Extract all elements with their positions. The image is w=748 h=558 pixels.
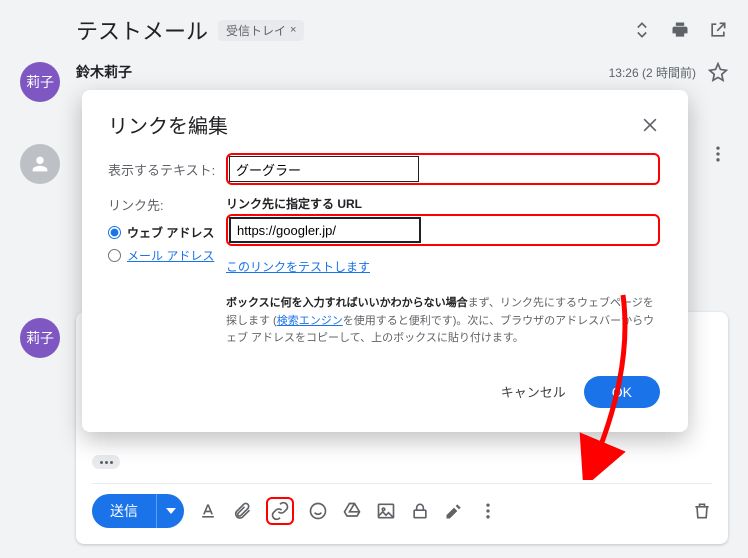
avatar: 莉子	[20, 62, 60, 102]
display-text-label: 表示するテキスト:	[108, 160, 220, 179]
ok-button[interactable]: OK	[584, 376, 660, 408]
sender-name: 鈴木莉子	[76, 62, 132, 82]
test-link[interactable]: このリンクをテストします	[226, 258, 660, 275]
timestamp: 13:26 (2 時間前)	[609, 64, 696, 81]
format-icon[interactable]	[198, 501, 218, 521]
open-new-icon[interactable]	[708, 20, 728, 40]
signature-icon[interactable]	[444, 501, 464, 521]
send-button[interactable]: 送信	[92, 494, 156, 528]
drive-icon[interactable]	[342, 501, 362, 521]
help-text: ボックスに何を入力すればいいかわからない場合まず、リンク先にするウェブページを探…	[226, 295, 660, 348]
avatar-generic	[20, 144, 60, 184]
label-chip-text: 受信トレイ	[226, 22, 286, 39]
label-chip[interactable]: 受信トレイ ×	[218, 20, 304, 41]
collapse-expand-icon[interactable]	[632, 20, 652, 40]
edit-link-dialog: リンクを編集 表示するテキスト: リンク先: ウェブ アドレス メール アドレス	[82, 90, 688, 432]
url-title: リンク先に指定する URL	[226, 195, 660, 212]
emoji-icon[interactable]	[308, 501, 328, 521]
more-options-icon[interactable]	[478, 501, 498, 521]
radio-mail-address[interactable]: メール アドレス	[108, 247, 220, 264]
close-icon[interactable]	[640, 115, 660, 135]
send-options-button[interactable]	[156, 494, 184, 528]
star-icon[interactable]	[708, 62, 728, 82]
image-icon[interactable]	[376, 501, 396, 521]
search-engine-link[interactable]: 検索エンジン	[277, 315, 343, 327]
radio-mail-input[interactable]	[108, 249, 121, 262]
display-text-input[interactable]	[229, 156, 419, 182]
insert-link-icon[interactable]	[266, 497, 294, 525]
print-icon[interactable]	[670, 20, 690, 40]
discard-icon[interactable]	[692, 501, 712, 521]
cancel-button[interactable]: キャンセル	[501, 382, 566, 401]
compose-avatar: 莉子	[20, 318, 60, 358]
label-chip-remove[interactable]: ×	[290, 24, 296, 36]
dialog-title: リンクを編集	[108, 110, 228, 139]
subject-text: テストメール	[76, 14, 208, 46]
attach-icon[interactable]	[232, 501, 252, 521]
radio-web-input[interactable]	[108, 226, 121, 239]
confidential-icon[interactable]	[410, 501, 430, 521]
more-icon[interactable]	[708, 144, 728, 164]
show-trimmed-icon[interactable]	[92, 455, 120, 469]
url-input[interactable]	[229, 217, 421, 243]
radio-web-address[interactable]: ウェブ アドレス	[108, 224, 220, 241]
link-target-label: リンク先:	[108, 195, 220, 214]
